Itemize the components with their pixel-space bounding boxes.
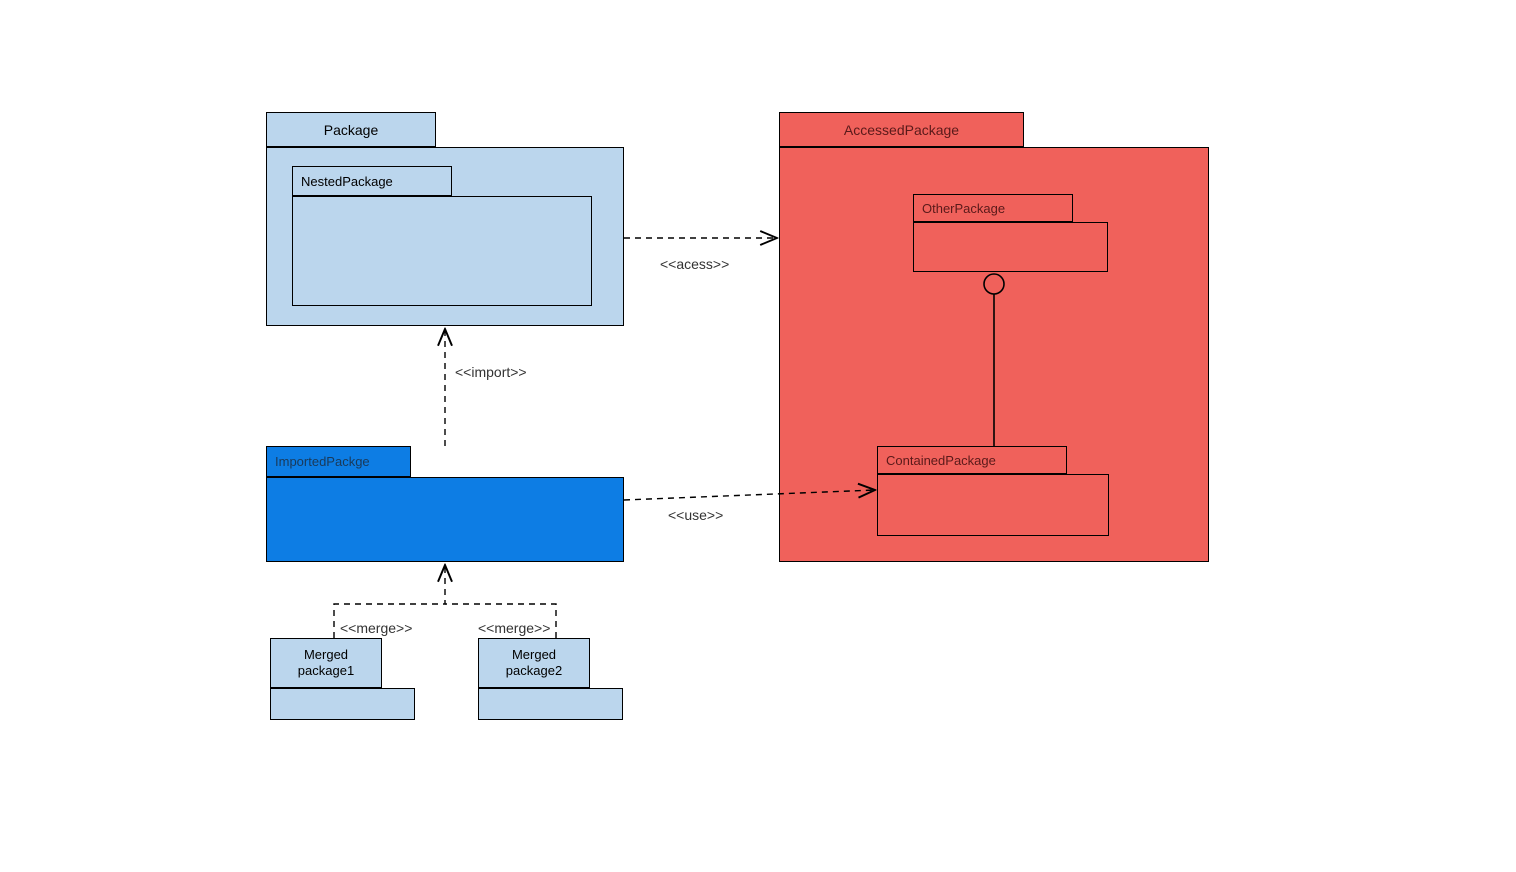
merged-package2-body — [478, 688, 623, 720]
other-package-body — [913, 222, 1108, 272]
nested-package-tab: NestedPackage — [292, 166, 452, 196]
contained-package-label: ContainedPackage — [886, 453, 996, 468]
contained-package-tab: ContainedPackage — [877, 446, 1067, 474]
merged1-line1: Merged — [304, 647, 348, 663]
imported-package-body — [266, 477, 624, 562]
other-package-tab: OtherPackage — [913, 194, 1073, 222]
nested-package-label: NestedPackage — [301, 174, 393, 189]
imported-package-label: ImportedPackge — [275, 454, 370, 469]
use-label: <<use>> — [668, 507, 723, 523]
accessed-package-label: AccessedPackage — [844, 122, 959, 138]
connectors-layer — [0, 0, 1516, 872]
nested-package-body — [292, 196, 592, 306]
merged-package1-tab: Merged package1 — [270, 638, 382, 688]
merge1-label: <<merge>> — [340, 620, 412, 636]
imported-package-tab: ImportedPackge — [266, 446, 411, 477]
package-tab: Package — [266, 112, 436, 147]
merged2-line2: package2 — [506, 663, 562, 679]
merged2-line1: Merged — [512, 647, 556, 663]
accessed-package-tab: AccessedPackage — [779, 112, 1024, 147]
package-label: Package — [324, 122, 378, 138]
access-label: <<acess>> — [660, 256, 729, 272]
other-package-label: OtherPackage — [922, 201, 1005, 216]
merge2-label: <<merge>> — [478, 620, 550, 636]
merged1-line2: package1 — [298, 663, 354, 679]
import-label: <<import>> — [455, 364, 527, 380]
merged-package2-tab: Merged package2 — [478, 638, 590, 688]
merged-package1-body — [270, 688, 415, 720]
contained-package-body — [877, 474, 1109, 536]
